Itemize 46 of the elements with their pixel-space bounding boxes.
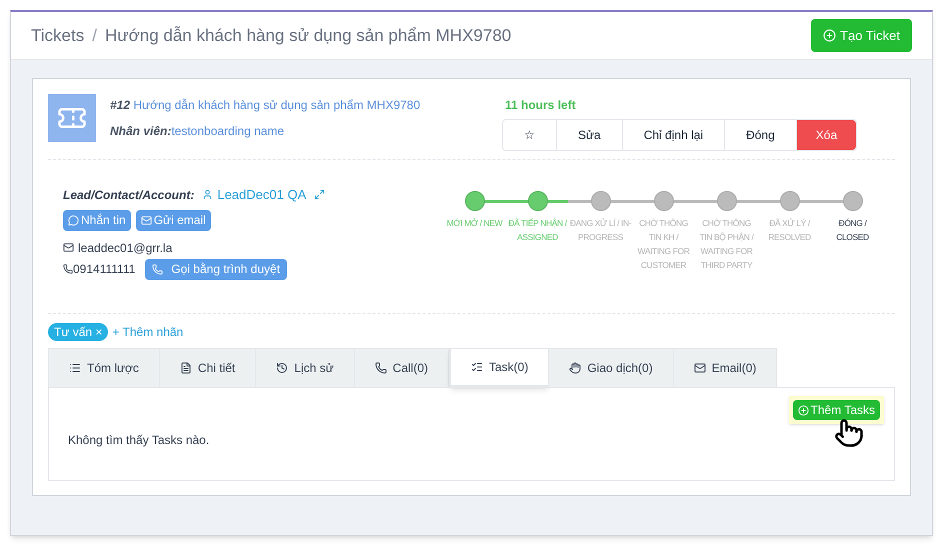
document-icon <box>180 362 192 374</box>
checklist-icon <box>471 361 483 373</box>
breadcrumb-item: Hướng dẫn khách hàng sử dụng sản phẩm MHX9780 <box>104 24 512 47</box>
step-label: CHỜ THÔNG TIN KH / WAITING FOR CUSTOMER <box>636 217 690 272</box>
step-label: ĐÃ TIẾP NHẬN / ASSIGNED <box>507 217 568 244</box>
hand-cursor-icon <box>834 418 864 448</box>
step-label: ĐÃ XỬ LÝ / RESOLVED <box>767 217 812 244</box>
tab[interactable]: Lịch sử <box>256 348 355 387</box>
step-label: ĐANG XỬ LÍ / IN-PROGRESS <box>570 217 632 244</box>
mail-icon <box>694 362 706 374</box>
tab[interactable]: Email(0) <box>674 348 778 387</box>
empty-message: Không tìm thấy Tasks nào. <box>68 432 210 449</box>
expand-icon[interactable] <box>314 189 326 200</box>
step-label: MỚI MỞ / NEW <box>446 217 504 230</box>
breadcrumb-item[interactable]: Tickets <box>31 22 84 48</box>
phone-icon <box>374 362 387 374</box>
breadcrumb-separator: / <box>92 24 97 47</box>
tag: Tư vấn × <box>48 323 108 341</box>
chat-icon <box>68 214 79 226</box>
step-label: ĐÓNG / CLOSED <box>835 217 870 244</box>
ticket-title: #12 Hướng dẫn khách hàng sử dụng sản phẩm MHX9780 <box>110 97 422 114</box>
history-icon <box>276 362 288 374</box>
tab[interactable]: Task(0) <box>449 348 550 387</box>
phone-icon <box>63 264 73 274</box>
contact-email: leaddec01@grr.la <box>78 240 172 256</box>
ticket-icon <box>48 94 96 142</box>
hand-icon <box>569 362 582 374</box>
action-button[interactable]: Chỉ định lại <box>622 120 726 150</box>
email-icon <box>63 242 74 253</box>
tab[interactable]: Chi tiết <box>160 348 256 387</box>
staff-line: Nhân viên:testonboarding name <box>110 123 286 140</box>
step-label: CHỜ THÔNG TIN BỘ PHẬN / WAITING FOR THIRD PARTY <box>698 217 755 272</box>
tab[interactable]: Tóm lược <box>48 348 160 387</box>
action-button[interactable]: Sửa <box>557 120 623 150</box>
action-button[interactable]: ☆ <box>503 120 557 150</box>
delete-button[interactable]: Xóa <box>796 120 856 150</box>
plus-icon <box>823 29 836 42</box>
contact-phone: 0914111111 <box>73 261 136 278</box>
plus-icon <box>798 404 809 416</box>
user-icon <box>202 189 214 200</box>
mail-icon <box>140 214 152 226</box>
phone-icon <box>152 264 164 274</box>
contact-label: Lead/Contact/Account: <box>63 186 194 204</box>
tab[interactable]: Giao dịch(0) <box>549 348 674 387</box>
time-left: 11 hours left <box>505 97 576 114</box>
tab[interactable]: Call(0) <box>354 348 449 387</box>
